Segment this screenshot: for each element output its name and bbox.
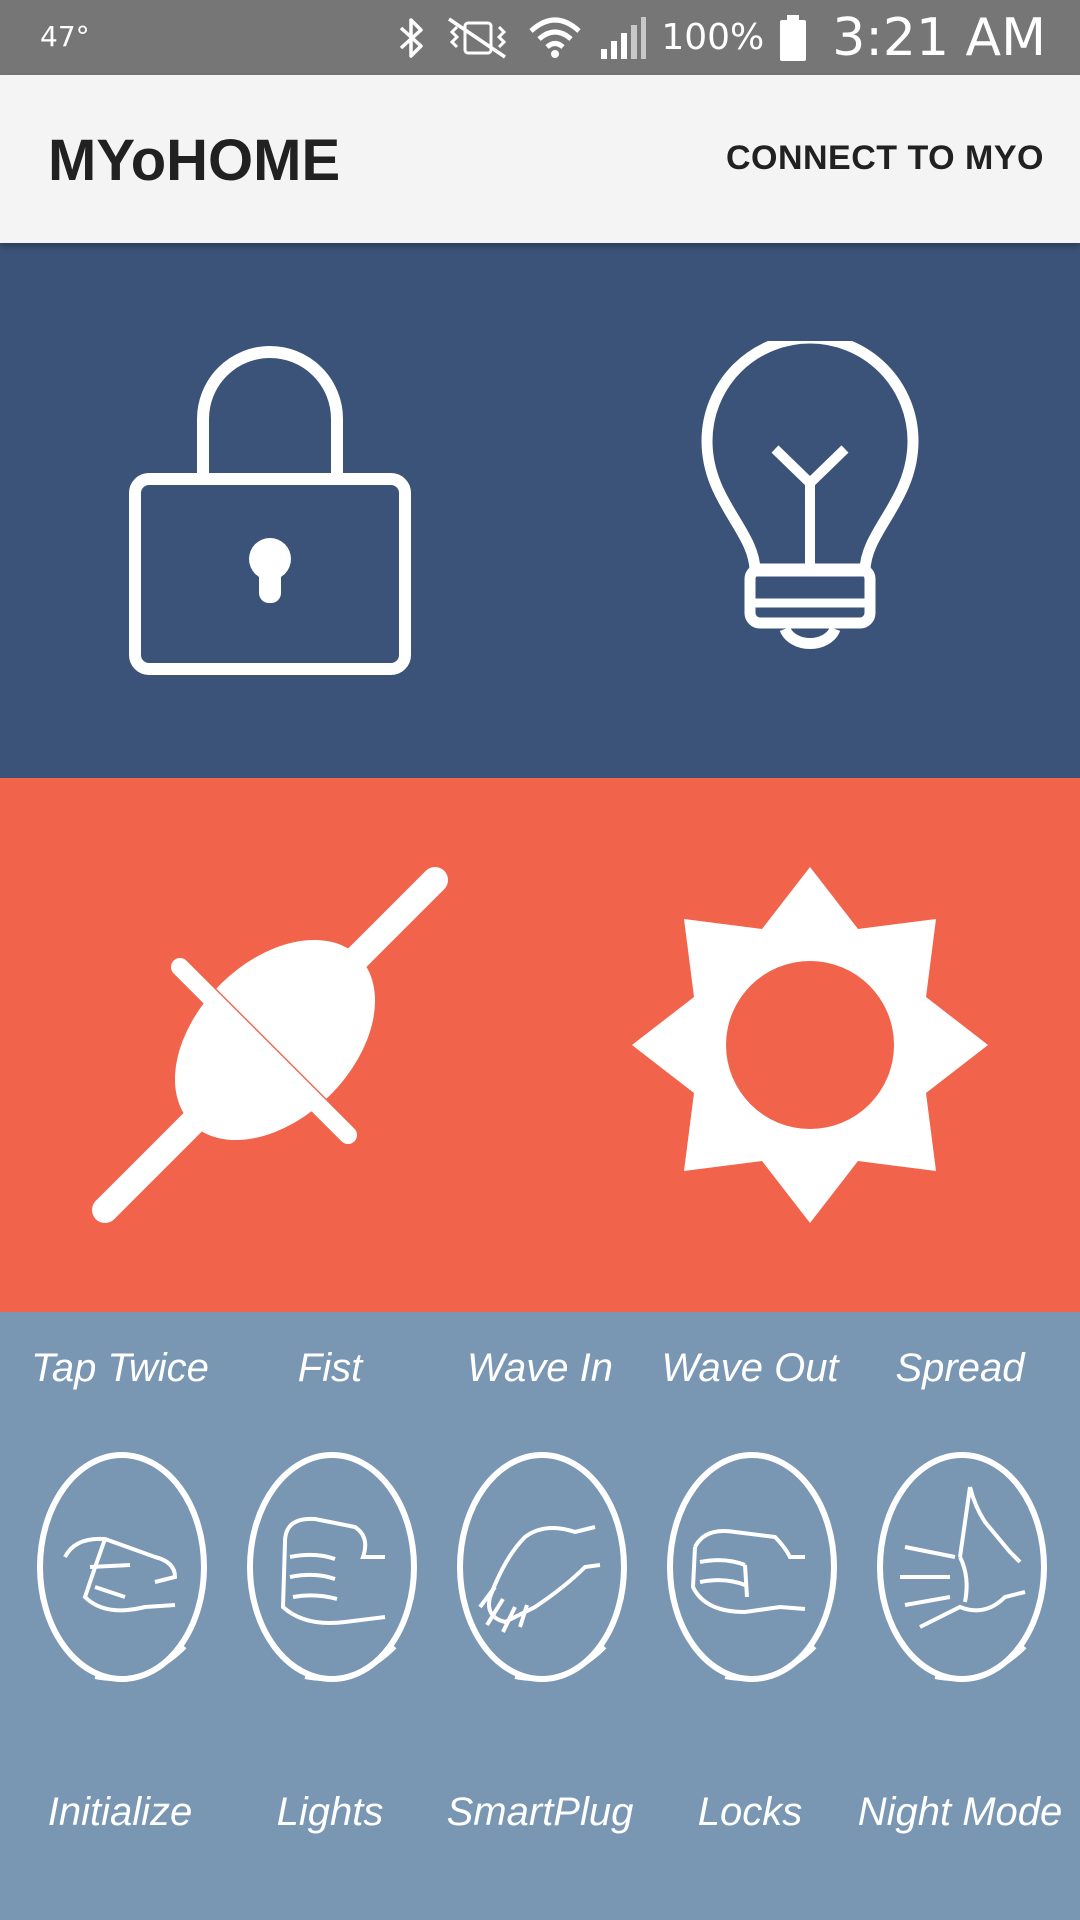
temperature-text: 47°: [40, 20, 90, 53]
lights-tile[interactable]: [540, 243, 1080, 778]
plug-nightmode-panel: [0, 778, 1080, 1312]
action-label: Night Mode: [857, 1790, 1063, 1834]
app-title: MYoHOME: [48, 128, 341, 193]
action-label: Initialize: [47, 1790, 193, 1834]
action-label: Lights: [276, 1790, 384, 1834]
lightbulb-icon: [701, 340, 919, 649]
gesture-column-wave-in: Wave In SmartPlug: [435, 1312, 645, 1920]
lock-icon: [129, 345, 411, 675]
gesture-label: Wave In: [467, 1346, 613, 1390]
connect-to-myo-button[interactable]: CONNECT TO MYO: [726, 139, 1044, 178]
wave-in-gesture-icon: [457, 1452, 627, 1682]
wave-out-gesture-icon: [667, 1452, 837, 1682]
fist-gesture-icon: [247, 1452, 417, 1682]
battery-percent: 100%: [661, 17, 765, 58]
gesture-label: Tap Twice: [31, 1346, 209, 1390]
spread-gesture-icon: [877, 1452, 1047, 1682]
gesture-column-wave-out: Wave Out Locks: [645, 1312, 855, 1920]
gesture-label: Spread: [895, 1346, 1025, 1390]
locks-tile[interactable]: [0, 243, 540, 778]
vibrate-icon: [443, 15, 513, 61]
clock: 3:21 AM: [832, 7, 1046, 68]
gesture-column-tap-twice: Tap Twice Initialize: [15, 1312, 225, 1920]
gesture-label: Fist: [297, 1346, 363, 1390]
gesture-column-spread: Spread Night Mode: [855, 1312, 1065, 1920]
bluetooth-icon: [395, 15, 429, 61]
gesture-legend: Tap Twice Initialize Fist Lights Wave In…: [0, 1312, 1080, 1920]
nightmode-tile[interactable]: [540, 778, 1080, 1312]
status-bar: 47° 100% 3:21 AM: [0, 0, 1080, 75]
app-bar: MYoHOME CONNECT TO MYO: [0, 75, 1080, 243]
battery-icon: [778, 13, 808, 63]
sun-icon: [632, 867, 988, 1223]
locks-lights-panel: [0, 243, 1080, 778]
smartplug-tile[interactable]: [0, 778, 540, 1312]
signal-icon: [597, 15, 647, 61]
gesture-label: Wave Out: [661, 1346, 839, 1390]
action-label: SmartPlug: [446, 1790, 634, 1834]
gesture-column-fist: Fist Lights: [225, 1312, 435, 1920]
wifi-icon: [527, 15, 583, 61]
plug-icon: [92, 867, 448, 1223]
action-label: Locks: [697, 1790, 803, 1834]
tap-twice-gesture-icon: [37, 1452, 207, 1682]
